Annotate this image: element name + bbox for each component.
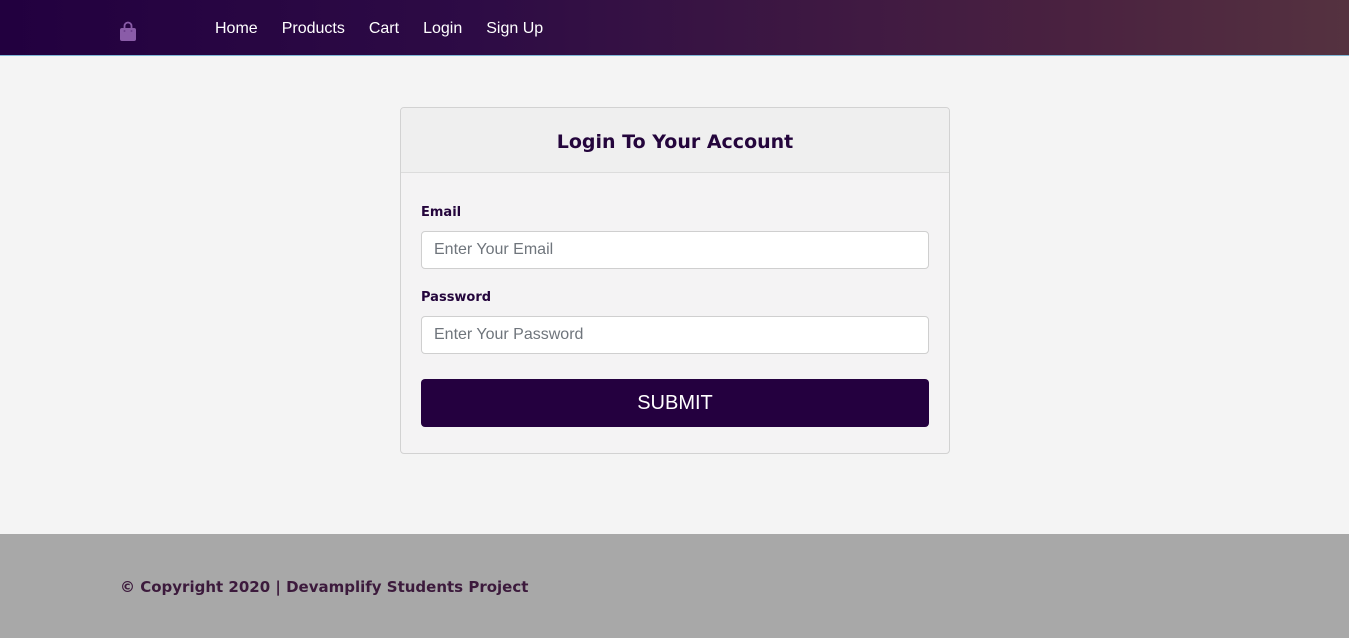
email-label: Email [421,205,462,220]
nav-link-products[interactable]: Products [282,18,345,40]
footer: © Copyright 2020 | Devamplify Students P… [0,534,1349,638]
nav-link-home[interactable]: Home [215,18,258,40]
email-field[interactable] [421,231,929,269]
top-navbar: Home Products Cart Login Sign Up [0,0,1349,56]
nav-links: Home Products Cart Login Sign Up [215,18,567,40]
login-title: Login To Your Account [556,131,794,153]
nav-link-cart[interactable]: Cart [369,18,399,40]
nav-link-login[interactable]: Login [423,18,462,40]
submit-button[interactable]: SUBMIT [421,379,929,427]
password-field[interactable] [421,316,929,354]
nav-link-sign-up[interactable]: Sign Up [486,18,543,40]
login-card-header: Login To Your Account [401,108,949,173]
shopping-bag-icon[interactable] [119,21,137,42]
password-label: Password [421,290,492,305]
login-card: Login To Your Account Email Password SUB… [400,107,950,454]
copyright-text: © Copyright 2020 | Devamplify Students P… [120,578,529,596]
